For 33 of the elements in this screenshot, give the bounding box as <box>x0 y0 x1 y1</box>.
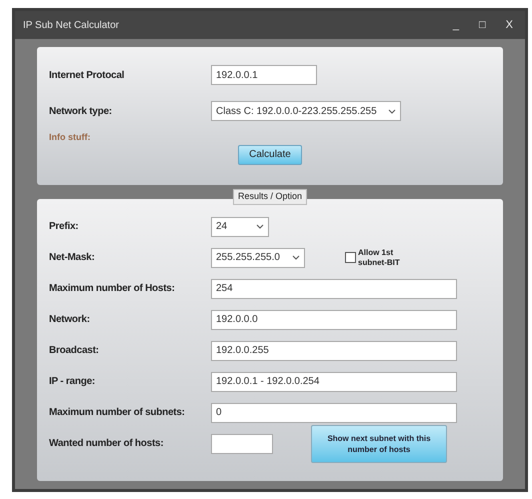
text-field[interactable]: 192.0.0.1 <box>211 65 317 85</box>
window-control[interactable]: _ <box>452 16 459 34</box>
chevron-down-icon <box>388 108 396 114</box>
text-field[interactable]: 192.0.0.1 - 192.0.0.254 <box>211 372 457 392</box>
field-label: Wanted number of hosts: <box>49 437 164 451</box>
field-label: Maximum number of subnets: <box>49 406 186 420</box>
text-field[interactable] <box>211 434 273 454</box>
show-next-subnet-button[interactable]: Show next subnet with this number of hosts <box>311 424 447 462</box>
field-label: Internet Protocal <box>49 68 126 82</box>
text-field[interactable]: 192.0.0.0 <box>211 310 457 330</box>
field-label: Maximum number of Hosts: <box>49 282 176 296</box>
window-control[interactable]: □ <box>479 16 486 34</box>
text-field[interactable]: 254 <box>211 278 457 298</box>
text-field[interactable]: 0 <box>211 402 457 422</box>
dropdown[interactable]: 24 <box>211 216 269 236</box>
info-label: Info stuff: <box>49 131 92 144</box>
field-label: Broadcast: <box>49 344 100 358</box>
field-label: IP - range: <box>49 375 96 389</box>
field-label: Net-Mask: <box>49 251 96 265</box>
dropdown[interactable]: Class C: 192.0.0.0-223.255.255.255 <box>211 101 401 121</box>
text-field[interactable]: 192.0.0.255 <box>211 340 457 360</box>
calculate-button[interactable]: Calculate <box>238 144 302 164</box>
field-label: Network: <box>49 313 91 327</box>
window-control[interactable]: X <box>506 16 513 34</box>
field-label: Network type: <box>49 104 113 118</box>
checkbox[interactable] <box>345 252 356 263</box>
field-label: Prefix: <box>49 220 80 234</box>
dropdown[interactable]: 255.255.255.0 <box>211 248 305 268</box>
chevron-down-icon <box>292 255 300 260</box>
group-title: Results / Option <box>232 189 308 204</box>
window-title: IP Sub Net Calculator <box>23 18 119 32</box>
checkbox-label: Allow 1st subnet-BIT <box>358 248 401 268</box>
chevron-down-icon <box>256 224 264 229</box>
